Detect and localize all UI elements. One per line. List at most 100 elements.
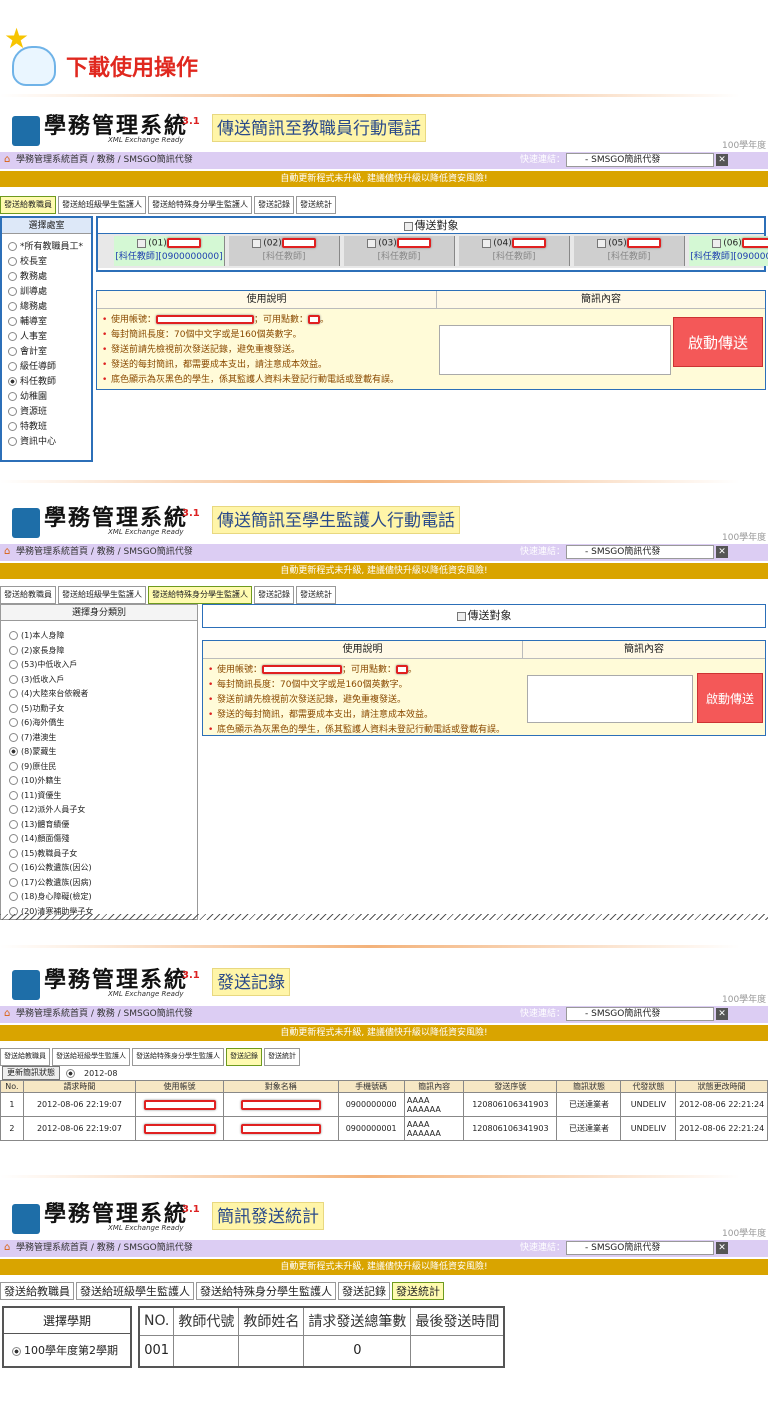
radio-icon[interactable] <box>9 790 18 800</box>
radio-icon[interactable] <box>9 892 18 901</box>
type-option[interactable]: (12)派外人員子女 <box>9 803 197 818</box>
radio-icon[interactable] <box>9 732 18 742</box>
tab-4[interactable]: 發送統計 <box>392 1282 444 1300</box>
tab-1[interactable]: 發送給班級學生監護人 <box>58 196 146 214</box>
type-option[interactable]: (9)原住民 <box>9 760 197 775</box>
radio-icon[interactable] <box>9 761 18 771</box>
radio-icon[interactable] <box>9 819 18 829</box>
radio-icon[interactable] <box>9 863 18 872</box>
radio-icon[interactable] <box>9 674 18 684</box>
term-option[interactable]: 100學年度第2學期 <box>4 1334 130 1358</box>
target-cell[interactable]: (04) [科任教師] <box>459 236 570 266</box>
send-button[interactable]: 啟動傳送 <box>697 673 763 723</box>
type-option[interactable]: (2)家長身障 <box>9 644 197 659</box>
radio-icon[interactable] <box>66 1068 75 1078</box>
type-option[interactable]: (11)資優生 <box>9 789 197 804</box>
dept-option[interactable]: 輔導室 <box>8 315 91 330</box>
target-checkbox[interactable] <box>712 238 722 248</box>
radio-icon[interactable] <box>9 645 18 655</box>
radio-icon[interactable] <box>12 1346 21 1356</box>
type-option[interactable]: (6)海外僑生 <box>9 716 197 731</box>
dept-option[interactable]: *所有教職員工* <box>8 240 91 255</box>
table-row[interactable]: 1 2012-08-06 22:19:07 0900000000 AAAA AA… <box>0 1092 768 1117</box>
breadcrumb[interactable]: 學務管理系統首頁 / 教務 / SMSGO簡訊代發 <box>16 1240 193 1257</box>
quick-link-select[interactable]: - SMSGO簡訊代發 <box>566 1007 714 1021</box>
radio-icon[interactable] <box>8 287 17 296</box>
type-option[interactable]: (1)本人身障 <box>9 629 197 644</box>
tab-1[interactable]: 發送給班級學生監護人 <box>58 586 146 604</box>
select-all-checkbox[interactable] <box>456 611 466 621</box>
sms-content-textarea[interactable] <box>527 675 693 723</box>
radio-icon[interactable] <box>9 805 18 814</box>
tab-2[interactable]: 發送給特殊身分學生監護人 <box>148 586 252 604</box>
radio-icon[interactable] <box>8 302 17 311</box>
tab-2[interactable]: 發送給特殊身分學生監護人 <box>196 1282 336 1300</box>
dept-option[interactable]: 科任教師 <box>8 375 91 390</box>
radio-icon[interactable] <box>8 362 17 371</box>
close-icon[interactable]: ✕ <box>716 546 728 558</box>
target-checkbox[interactable] <box>482 238 492 248</box>
type-option[interactable]: (53)中低收入戶 <box>9 658 197 673</box>
tab-0[interactable]: 發送給教職員 <box>0 1048 50 1066</box>
dept-option[interactable]: 幼稚園 <box>8 390 91 405</box>
target-cell[interactable]: (02) [科任教師] <box>229 236 340 266</box>
tab-0[interactable]: 發送給教職員 <box>0 1282 74 1300</box>
dept-option[interactable]: 級任導師 <box>8 360 91 375</box>
type-option[interactable]: (8)蒙藏生 <box>9 745 197 760</box>
type-option[interactable]: (5)功勳子女 <box>9 702 197 717</box>
dept-option[interactable]: 總務處 <box>8 300 91 315</box>
type-option[interactable]: (14)顏面傷殘 <box>9 832 197 847</box>
type-option[interactable]: (17)公教遺族(因病) <box>9 876 197 891</box>
tab-1[interactable]: 發送給班級學生監護人 <box>76 1282 194 1300</box>
radio-icon[interactable] <box>9 660 18 669</box>
dept-option[interactable]: 資源班 <box>8 405 91 420</box>
radio-icon[interactable] <box>8 422 17 431</box>
home-icon[interactable]: ⌂ <box>4 155 14 165</box>
radio-icon[interactable] <box>8 257 17 266</box>
radio-icon[interactable] <box>8 437 17 446</box>
target-cell[interactable]: (01) [科任教師][0900000000] <box>114 236 225 266</box>
tab-2[interactable]: 發送給特殊身分學生監護人 <box>132 1048 224 1066</box>
tab-2[interactable]: 發送給特殊身分學生監護人 <box>148 196 252 214</box>
breadcrumb[interactable]: 學務管理系統首頁 / 教務 / SMSGO簡訊代發 <box>16 1006 193 1023</box>
dept-option[interactable]: 教務處 <box>8 270 91 285</box>
dept-option[interactable]: 會計室 <box>8 345 91 360</box>
dept-option[interactable]: 訓導處 <box>8 285 91 300</box>
breadcrumb[interactable]: 學務管理系統首頁 / 教務 / SMSGO簡訊代發 <box>16 544 193 561</box>
send-button[interactable]: 啟動傳送 <box>673 317 763 367</box>
radio-icon[interactable] <box>9 834 18 843</box>
home-icon[interactable]: ⌂ <box>4 1009 14 1019</box>
select-all-checkbox[interactable] <box>403 221 413 231</box>
type-option[interactable]: (4)大陸來台依親者 <box>9 687 197 702</box>
tab-3[interactable]: 發送記錄 <box>254 196 294 214</box>
radio-icon[interactable] <box>9 776 18 785</box>
radio-icon[interactable] <box>9 877 18 887</box>
table-row[interactable]: 001 0 <box>138 1334 505 1368</box>
tab-1[interactable]: 發送給班級學生監護人 <box>52 1048 130 1066</box>
radio-icon[interactable] <box>8 332 17 341</box>
tab-4[interactable]: 發送統計 <box>296 196 336 214</box>
tab-3[interactable]: 發送記錄 <box>254 586 294 604</box>
radio-icon[interactable] <box>8 392 17 401</box>
type-option[interactable]: (18)身心障礙(檢定) <box>9 890 197 905</box>
radio-icon[interactable] <box>8 347 17 356</box>
radio-icon[interactable] <box>8 407 17 416</box>
type-option[interactable]: (15)教職員子女 <box>9 847 197 862</box>
type-option[interactable]: (3)低收入戶 <box>9 673 197 688</box>
target-checkbox[interactable] <box>252 238 262 248</box>
dept-option[interactable]: 校長室 <box>8 255 91 270</box>
radio-icon[interactable] <box>9 703 18 713</box>
sms-content-textarea[interactable] <box>439 325 671 375</box>
dept-option[interactable]: 特教班 <box>8 420 91 435</box>
dept-option[interactable]: 人事室 <box>8 330 91 345</box>
tab-4[interactable]: 發送統計 <box>264 1048 300 1066</box>
target-checkbox[interactable] <box>367 238 377 248</box>
breadcrumb[interactable]: 學務管理系統首頁 / 教務 / SMSGO簡訊代發 <box>16 152 193 169</box>
dept-option[interactable]: 資訊中心 <box>8 435 91 450</box>
close-icon[interactable]: ✕ <box>716 1242 728 1254</box>
type-option[interactable]: (7)港澳生 <box>9 731 197 746</box>
target-cell[interactable]: (05) [科任教師] <box>574 236 685 266</box>
radio-icon[interactable] <box>8 377 17 386</box>
tab-0[interactable]: 發送給教職員 <box>0 586 56 604</box>
radio-icon[interactable] <box>9 747 18 756</box>
